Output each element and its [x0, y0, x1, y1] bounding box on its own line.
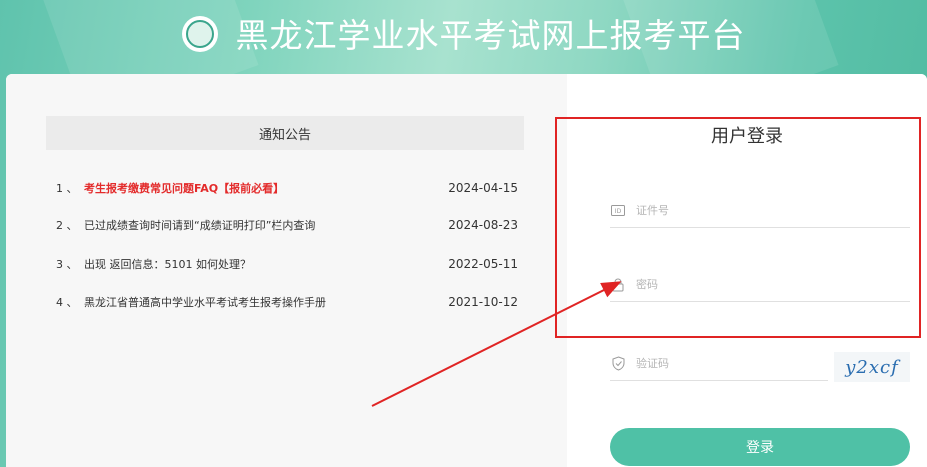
- site-title: 黑龙江学业水平考试网上报考平台: [235, 16, 746, 55]
- notice-title[interactable]: 考生报考缴费常见问题FAQ【报前必看】: [84, 180, 448, 196]
- captcha-input[interactable]: [636, 357, 828, 370]
- notice-index: 4 、: [56, 296, 78, 309]
- id-card-icon: ID: [610, 203, 626, 219]
- emblem-icon: [181, 16, 218, 52]
- notice-index: 3 、: [56, 258, 78, 271]
- notice-index: 2 、: [56, 219, 78, 232]
- id-number-field[interactable]: ID: [610, 194, 910, 228]
- notice-date: 2021-10-12: [448, 295, 518, 309]
- notice-date: 2024-04-15: [448, 181, 518, 195]
- notice-title[interactable]: 出现 返回信息：5101 如何处理？: [84, 256, 448, 272]
- notice-panel: 通知公告 1 、 考生报考缴费常见问题FAQ【报前必看】 2024-04-15 …: [6, 74, 567, 467]
- shield-check-icon: [610, 356, 626, 372]
- lock-icon: [610, 277, 626, 293]
- site-header: 黑龙江学业水平考试网上报考平台: [0, 0, 927, 72]
- login-panel: 用户登录 ID y2xcf 登录: [567, 74, 927, 467]
- notice-index: 1 、: [56, 182, 78, 195]
- login-title: 用户登录: [711, 126, 783, 147]
- id-number-input[interactable]: [636, 204, 910, 217]
- notice-heading: 通知公告: [46, 116, 524, 150]
- notice-item[interactable]: 2 、 已过成绩查询时间请到“成绩证明打印”栏内查询 2024-08-23: [56, 215, 518, 235]
- password-field[interactable]: [610, 268, 910, 302]
- notice-date: 2024-08-23: [448, 218, 518, 232]
- svg-text:ID: ID: [615, 208, 622, 215]
- password-input[interactable]: [636, 278, 910, 291]
- notice-title[interactable]: 黑龙江省普通高中学业水平考试考生报考操作手册: [84, 294, 448, 310]
- notice-date: 2022-05-11: [448, 257, 518, 271]
- notice-item[interactable]: 1 、 考生报考缴费常见问题FAQ【报前必看】 2024-04-15: [56, 178, 518, 198]
- login-button[interactable]: 登录: [610, 428, 910, 466]
- notice-title[interactable]: 已过成绩查询时间请到“成绩证明打印”栏内查询: [84, 217, 448, 233]
- notice-item[interactable]: 3 、 出现 返回信息：5101 如何处理？ 2022-05-11: [56, 254, 518, 274]
- captcha-field[interactable]: [610, 347, 828, 381]
- notice-item[interactable]: 4 、 黑龙江省普通高中学业水平考试考生报考操作手册 2021-10-12: [56, 292, 518, 312]
- captcha-image[interactable]: y2xcf: [834, 352, 910, 382]
- main-card: 通知公告 1 、 考生报考缴费常见问题FAQ【报前必看】 2024-04-15 …: [6, 74, 927, 467]
